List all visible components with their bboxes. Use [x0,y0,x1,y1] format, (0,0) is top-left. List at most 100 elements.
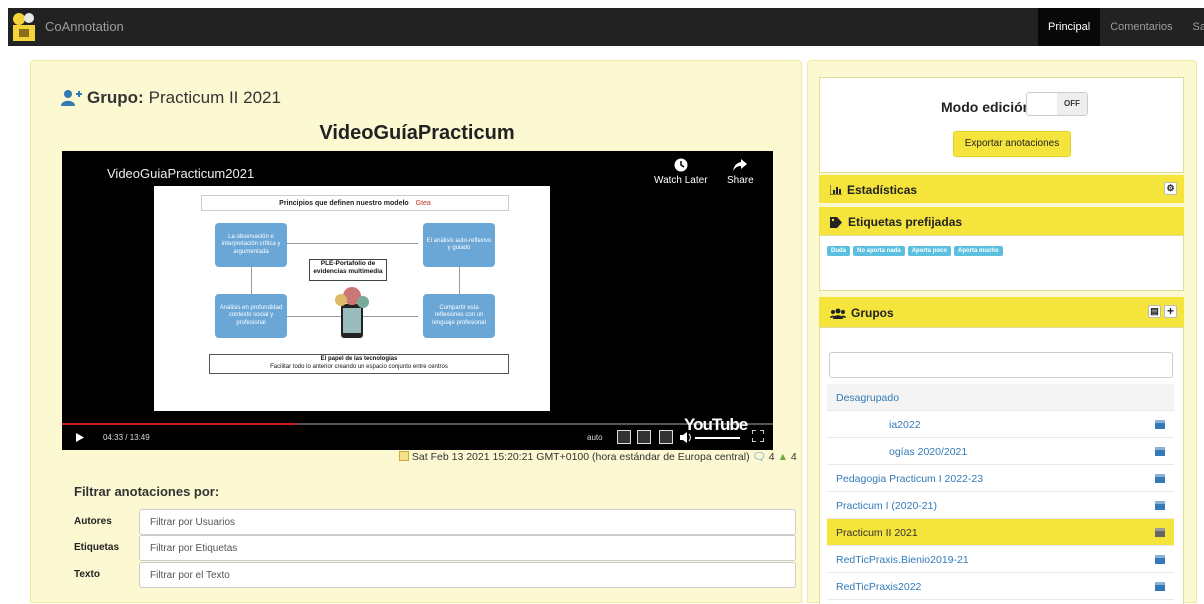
group-prefix: Grupo: [87,88,144,107]
groups-header[interactable]: Grupos ▤ + [819,297,1184,327]
video-player[interactable]: VideoGuiaPracticum2021 Watch Later Share… [62,151,773,450]
group-detail-icon[interactable] [1155,447,1165,456]
comments-count: 4 [768,451,775,463]
group-name: Practicum II 2021 [148,88,281,107]
add-group-icon[interactable]: + [1164,305,1177,318]
tag-aporta-mucho[interactable]: Aporta mucho [954,246,1003,256]
statistics-title: Estadísticas [847,183,918,197]
nav-comentarios-link[interactable]: Comentarios [1100,8,1182,46]
settings-gear-icon[interactable]: ⚙ [1164,182,1177,195]
statistics-header[interactable]: Estadísticas ⚙ [819,175,1184,203]
nav-principal-link[interactable]: Principal [1038,8,1101,46]
connector-line [459,267,460,297]
group-item-label: Practicum II 2021 [836,527,918,539]
slide-footer: El papel de las tecnologías Facilitar to… [209,354,509,374]
fullscreen-icon[interactable] [752,430,764,442]
brand-name[interactable]: CoAnnotation [45,19,124,34]
group-item[interactable]: Practicum I (2020-21) [827,492,1174,519]
group-item-label: RedTicPraxis2022 [836,581,922,593]
group-detail-icon[interactable] [1155,555,1165,564]
volume-slider[interactable] [695,437,740,439]
groups-title: Grupos [851,306,894,320]
authors-label: Autores [74,516,112,527]
slide-footer-title: El papel de las tecnologías [320,356,398,362]
coannotation-logo-icon[interactable] [10,11,38,43]
group-detail-icon[interactable] [1155,420,1165,429]
youtube-logo[interactable]: YouTube [684,415,748,435]
video-frame-slide: Principios que definen nuestro modelo Gt… [154,186,550,411]
filter-row-tags: Etiquetas [74,535,796,561]
video-metadata: Sat Feb 13 2021 15:20:21 GMT+0100 (hora … [399,450,797,463]
sidebar-panel: Modo edición: OFF Exportar anotaciones E… [807,60,1197,604]
groups-title-wrap: Grupos [830,306,894,320]
connector-line [287,243,418,244]
quality-label[interactable]: auto [587,433,603,442]
video-title: VideoGuíaPracticum [319,122,515,144]
tags-title-wrap: Etiquetas prefijadas [830,215,962,229]
group-item[interactable]: ogías 2020/2021 [827,438,1174,465]
group-item[interactable]: Desagrupado [827,384,1174,411]
edit-mode-toggle[interactable]: OFF [1026,92,1088,116]
tag-aporta-poco[interactable]: Aporta poco [907,246,952,256]
filter-title: Filtrar anotaciones por: [74,484,220,499]
group-detail-icon[interactable] [1155,474,1165,483]
slide-footer-text: Facilitar todo lo anterior creando un es… [270,364,448,371]
group-item[interactable]: RedTicPraxis.Bienio2019-21 [827,546,1174,573]
group-item-label: RedTicPraxis.Bienio2019-21 [836,554,969,566]
slide-box-top-right: El análisis auto-reflexivo y guiado [423,223,495,267]
group-item-selected[interactable]: Practicum II 2021 [827,519,1174,546]
authors-filter-input[interactable] [139,509,796,535]
group-item[interactable]: ia2022 [827,411,1174,438]
watch-later-label: Watch Later [654,175,708,186]
group-item-label: ogías 2020/2021 [889,446,968,458]
export-annotations-button[interactable]: Exportar anotaciones [953,131,1071,157]
group-list-icon[interactable]: ▤ [1148,305,1161,318]
group-item[interactable]: RedTicPraxis2022 [827,573,1174,600]
player-controls: 04:33 / 13:49 auto [62,427,773,450]
tag-no-aporta-nada[interactable]: No aporta nada [853,246,905,256]
video-date: Sat Feb 13 2021 15:20:21 GMT+0100 (hora … [411,451,750,463]
tags-header[interactable]: Etiquetas prefijadas [819,207,1184,235]
annotate-icon[interactable] [617,430,631,444]
tags-body [819,235,1184,291]
slide-box-bottom-right: Compartir esta reflexiones con un lengua… [423,294,495,338]
edit-mode-label: Modo edición: [941,99,1036,115]
watch-later-button[interactable]: Watch Later [654,158,708,186]
share-arrow-icon [733,159,748,171]
group-item-label: Desagrupado [836,392,900,404]
tag-duda[interactable]: Duda [827,246,850,256]
tags-icon [830,216,842,228]
group-detail-icon[interactable] [1155,582,1165,591]
bar-chart-icon [830,185,842,195]
bookmark-icon[interactable] [637,430,651,444]
group-detail-icon[interactable] [1155,528,1165,537]
top-navbar: CoAnnotation Principal Comentarios Salir [8,8,1204,46]
player-video-title[interactable]: VideoGuiaPracticum2021 [107,166,254,181]
text-filter-input[interactable] [139,562,796,588]
clock-icon [674,158,688,172]
statistics-title-wrap: Estadísticas [830,183,917,197]
tags-label: Etiquetas [74,542,120,553]
comments-icon: 🗨 [752,451,766,463]
slide-header-text: Principios que definen nuestro modelo [279,200,409,207]
group-item-label: Practicum I (2020-21) [836,500,937,512]
filter-row-authors: Autores [74,509,796,535]
nav-salir-link[interactable]: Salir [1183,8,1204,46]
group-item-label: ia2022 [889,419,921,431]
group-detail-icon[interactable] [1155,501,1165,510]
users-group-icon [830,308,846,319]
time-display: 04:33 / 13:49 [103,433,150,442]
progress-fill [62,423,297,425]
group-item[interactable]: Pedagogia Practicum I 2022-23 [827,465,1174,492]
share-button[interactable]: Share [727,158,754,186]
nav-links: Principal Comentarios Salir [1038,8,1204,46]
stats-icon[interactable] [659,430,673,444]
slide-box-bottom-left: Análisis en profundidad contexto social … [215,294,287,338]
predefined-tags: Duda No aporta nada Aporta poco Aporta m… [827,246,1003,256]
toggle-off-label: OFF [1057,93,1087,115]
edit-note-icon [399,451,409,461]
user-icon: ▲ [777,451,788,463]
tags-filter-input[interactable] [139,535,796,561]
groups-search-input[interactable] [829,352,1173,378]
play-icon[interactable] [76,433,84,442]
